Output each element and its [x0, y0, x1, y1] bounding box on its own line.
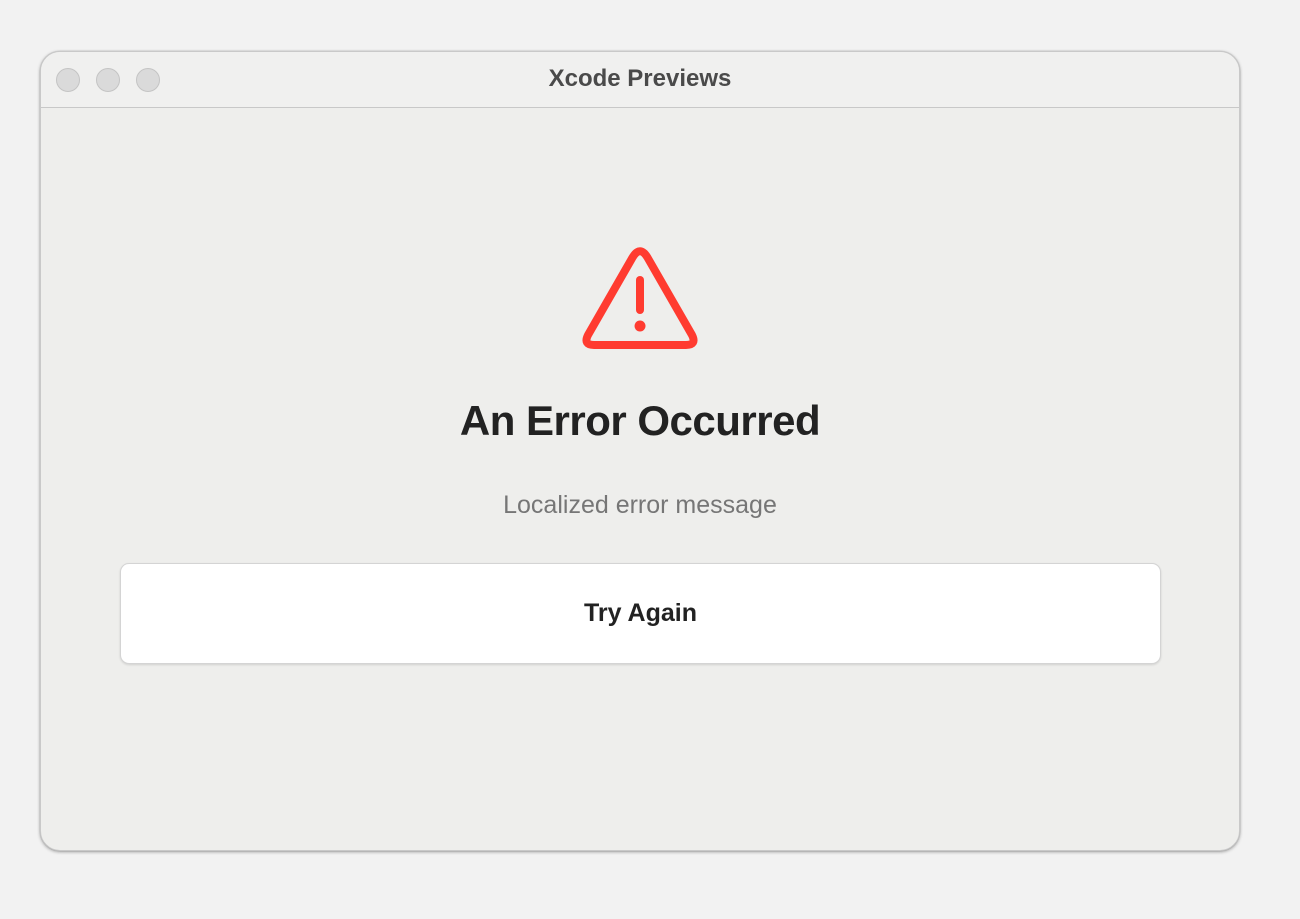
title-bar[interactable]: Xcode Previews [41, 52, 1239, 108]
try-again-button[interactable]: Try Again [120, 563, 1161, 664]
window-title: Xcode Previews [548, 65, 732, 92]
error-message: Localized error message [503, 491, 777, 519]
error-title: An Error Occurred [459, 397, 821, 444]
error-view: An Error Occurred Localized error messag… [41, 108, 1239, 850]
warning-triangle-icon [582, 247, 698, 349]
preview-window: Xcode Previews An Error Occurred Localiz… [40, 51, 1240, 851]
